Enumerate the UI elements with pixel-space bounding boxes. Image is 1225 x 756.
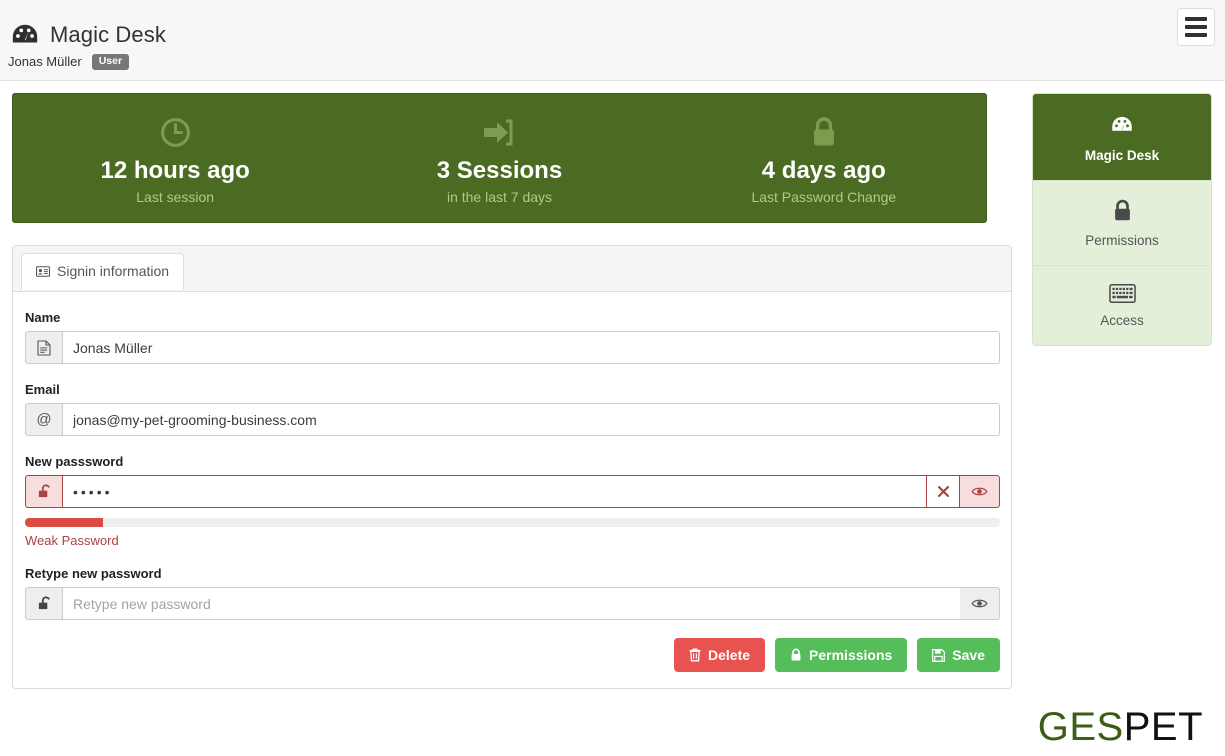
- email-label: Email: [25, 382, 60, 397]
- new-password-input[interactable]: [62, 475, 927, 508]
- tab-label: Signin information: [57, 263, 170, 279]
- form-body: Name Jonas Müller Email @ jonas@my-pet-g…: [13, 292, 1011, 688]
- save-button[interactable]: Save: [917, 638, 1000, 672]
- hamburger-bar: [1185, 33, 1207, 37]
- logo-part-2: PET: [1123, 705, 1203, 749]
- stats-banner: 12 hours ago Last session 3 Sessions in …: [12, 93, 987, 223]
- page-title: Magic Desk: [50, 22, 166, 47]
- email-input-group: @: [25, 403, 1000, 436]
- stat-value: 4 days ago: [761, 157, 886, 185]
- main-column: 12 hours ago Last session 3 Sessions in …: [0, 93, 1022, 689]
- reveal-retype-password-button[interactable]: [960, 587, 1000, 620]
- page-container: 12 hours ago Last session 3 Sessions in …: [0, 81, 1225, 689]
- name-input-group: [25, 331, 1000, 364]
- brand-row: Magic Desk: [0, 0, 1225, 50]
- lock-icon: [790, 648, 802, 662]
- sidebar-nav: Magic Desk Permissions Access: [1032, 93, 1212, 346]
- hamburger-bar: [1185, 17, 1207, 21]
- user-name: Jonas Müller: [8, 54, 82, 70]
- stat-label: Last session: [136, 188, 215, 205]
- trash-icon: [689, 648, 701, 662]
- unlock-icon: [25, 475, 62, 508]
- stat-last-password-change: 4 days ago Last Password Change: [662, 94, 986, 222]
- name-input[interactable]: [62, 331, 1000, 364]
- sidebar-item-label: Magic Desk: [1084, 148, 1160, 163]
- floppy-disk-icon: [932, 648, 946, 662]
- password-strength-fill: [25, 518, 103, 527]
- top-header-bar: Magic Desk Jonas Müller User: [0, 0, 1225, 81]
- signin-information-card: Signin information Name Jonas Müller Ema…: [12, 245, 1012, 689]
- delete-button-label: Delete: [708, 647, 751, 663]
- password-strength-text: Weak Password: [25, 533, 119, 548]
- password-strength-meter: [25, 518, 1000, 527]
- document-icon: [25, 331, 62, 364]
- clear-x-icon[interactable]: [927, 475, 959, 508]
- form-actions: Delete Permissions Save: [25, 638, 1000, 672]
- stat-value: 3 Sessions: [436, 157, 563, 185]
- new-password-input-group: [25, 475, 1000, 508]
- name-label: Name: [25, 310, 61, 325]
- field-group-name: Name: [25, 310, 1000, 364]
- retype-password-input[interactable]: [62, 587, 960, 620]
- stat-sessions: 3 Sessions in the last 7 days: [337, 94, 661, 222]
- dashboard-icon: [1109, 112, 1135, 138]
- eye-icon: [971, 598, 988, 609]
- delete-button[interactable]: Delete: [674, 638, 766, 672]
- sidebar-item-magic-desk[interactable]: Magic Desk: [1033, 94, 1211, 181]
- unlock-icon: [25, 587, 62, 620]
- permissions-button-label: Permissions: [809, 647, 893, 663]
- keyboard-icon: [1108, 284, 1136, 303]
- stat-label: Last Password Change: [751, 188, 897, 205]
- new-password-label: New passsword: [25, 454, 124, 469]
- lock-icon: [1112, 199, 1133, 223]
- user-row: Jonas Müller User: [0, 50, 1225, 70]
- permissions-button[interactable]: Permissions: [775, 638, 908, 672]
- hamburger-menu-icon[interactable]: [1177, 8, 1215, 46]
- stat-value: 12 hours ago: [100, 157, 250, 185]
- save-button-label: Save: [952, 647, 985, 663]
- stat-label: in the last 7 days: [446, 188, 553, 205]
- sidebar-item-label: Access: [1100, 313, 1144, 328]
- field-group-email: Email @: [25, 382, 1000, 436]
- reveal-password-button[interactable]: [959, 475, 1000, 508]
- tab-bar: Signin information: [13, 246, 1011, 292]
- signin-arrow-icon: [482, 115, 516, 149]
- field-group-retype-password: Retype new password: [25, 566, 1000, 620]
- sidebar-column: Magic Desk Permissions Access: [1022, 93, 1213, 689]
- hamburger-bar: [1185, 25, 1207, 29]
- gespet-logo: GESPET: [1038, 705, 1203, 750]
- retype-password-input-group: [25, 587, 1000, 620]
- id-card-icon: [36, 265, 50, 277]
- field-group-new-password: New passsword ••••• Weak Password: [25, 454, 1000, 548]
- email-field[interactable]: [62, 403, 1000, 436]
- clock-icon: [159, 115, 192, 149]
- sidebar-item-access[interactable]: Access: [1033, 266, 1211, 345]
- at-sign-icon: @: [25, 403, 62, 436]
- sidebar-item-label: Permissions: [1085, 233, 1159, 248]
- stat-last-session: 12 hours ago Last session: [13, 94, 337, 222]
- dashboard-icon: [10, 20, 40, 50]
- eye-icon: [971, 486, 988, 497]
- sidebar-item-permissions[interactable]: Permissions: [1033, 181, 1211, 266]
- logo-part-1: GES: [1037, 705, 1124, 749]
- status-badge: User: [91, 54, 130, 70]
- lock-icon: [810, 115, 838, 149]
- retype-password-label: Retype new password: [25, 566, 162, 581]
- tab-signin-information[interactable]: Signin information: [21, 253, 185, 290]
